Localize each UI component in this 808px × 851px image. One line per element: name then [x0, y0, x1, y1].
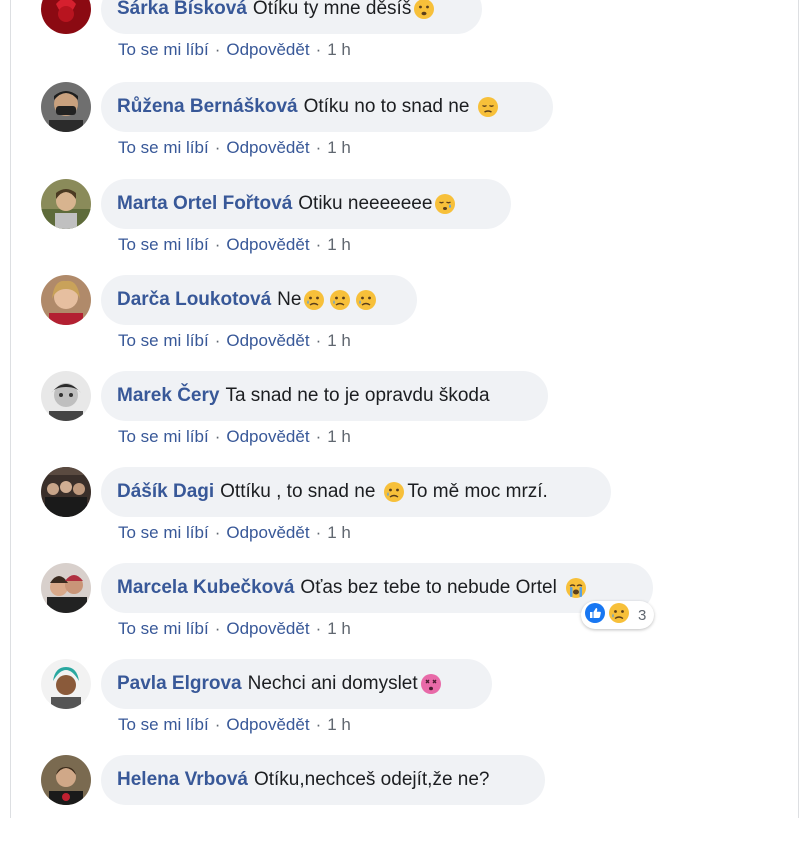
timestamp[interactable]: 1 h	[327, 235, 351, 254]
like-link[interactable]: To se mi líbí	[118, 427, 209, 446]
commenter-name[interactable]: Marcela Kubečková	[117, 577, 294, 599]
comment-actions: To se mi líbí · Odpovědět · 1 h	[118, 40, 351, 59]
commenter-name[interactable]: Pavla Elgrova	[117, 673, 242, 695]
loudly-crying-face-icon	[565, 577, 587, 599]
comment-actions: To se mi líbí · Odpovědět · 1 h	[118, 523, 351, 542]
comment-actions: To se mi líbí · Odpovědět · 1 h	[118, 427, 351, 446]
comment-text: Nechci ani domyslet	[247, 673, 418, 694]
comment-text: Ta snad ne to je opravdu škoda	[225, 385, 490, 406]
comment-bubble: Marta Ortel Fořtová Otiku neeeeeee	[101, 179, 511, 229]
comment-text: Otíku,nechceš odejít,že ne?	[253, 769, 490, 790]
reply-link[interactable]: Odpovědět	[226, 523, 309, 542]
reaction-summary[interactable]: 3	[581, 601, 655, 629]
comment-bubble: Šárka Bísková Otíku ty mne děsíš	[101, 0, 482, 34]
dizzy-face-icon	[420, 673, 442, 695]
timestamp[interactable]: 1 h	[327, 523, 351, 542]
sad-reaction-icon	[608, 602, 630, 628]
like-link[interactable]: To se mi líbí	[118, 235, 209, 254]
timestamp[interactable]: 1 h	[327, 619, 351, 638]
like-reaction-icon	[584, 602, 606, 628]
reply-link[interactable]: Odpovědět	[226, 427, 309, 446]
comment-text: Ne	[277, 289, 302, 310]
comment-actions: To se mi líbí · Odpovědět · 1 h	[118, 235, 351, 254]
comment-bubble: Marcela Kubečková Oťas bez tebe to nebud…	[101, 563, 653, 613]
comment-item: Marta Ortel Fořtová Otiku neeeeeee To se…	[11, 179, 808, 275]
worried-face-icon	[413, 0, 435, 20]
comment-actions: To se mi líbí · Odpovědět · 1 h	[118, 619, 351, 638]
avatar[interactable]	[41, 371, 91, 421]
sad-face-icon	[355, 289, 377, 311]
avatar[interactable]	[41, 659, 91, 709]
comment-text: Otiku neeeeeee	[298, 193, 433, 214]
like-link[interactable]: To se mi líbí	[118, 619, 209, 638]
timestamp[interactable]: 1 h	[327, 715, 351, 734]
commenter-name[interactable]: Šárka Bísková	[117, 0, 247, 20]
sad-face-icon	[303, 289, 325, 311]
comment-text-continued: To mě moc mrzí.	[407, 481, 548, 502]
avatar[interactable]	[41, 467, 91, 517]
comment-actions: To se mi líbí · Odpovědět · 1 h	[118, 715, 351, 734]
reply-link[interactable]: Odpovědět	[226, 619, 309, 638]
avatar[interactable]	[41, 82, 91, 132]
commenter-name[interactable]: Marta Ortel Fořtová	[117, 193, 292, 215]
comment-bubble: Pavla Elgrova Nechci ani domyslet	[101, 659, 492, 709]
comment-item: Marek Čery Ta snad ne to je opravdu škod…	[11, 371, 808, 467]
sad-face-icon	[383, 481, 405, 503]
comment-text: Ottíku , to snad ne	[220, 481, 376, 502]
comment-text: Otíku no to snad ne	[303, 96, 470, 117]
comment-actions: To se mi líbí · Odpovědět · 1 h	[118, 331, 351, 350]
comment-bubble: Darča Loukotová Ne	[101, 275, 417, 325]
reply-link[interactable]: Odpovědět	[226, 715, 309, 734]
reply-link[interactable]: Odpovědět	[226, 235, 309, 254]
comment-item: Šárka Bísková Otíku ty mne děsíš To se m…	[11, 0, 808, 80]
avatar[interactable]	[41, 0, 91, 34]
comment-actions: To se mi líbí · Odpovědět · 1 h	[118, 138, 351, 157]
avatar[interactable]	[41, 179, 91, 229]
comment-text: Otíku ty mne děsíš	[252, 0, 412, 19]
comment-bubble: Helena Vrbová Otíku,nechceš odejít,že ne…	[101, 755, 545, 805]
comment-bubble: Marek Čery Ta snad ne to je opravdu škod…	[101, 371, 548, 421]
reply-link[interactable]: Odpovědět	[226, 138, 309, 157]
sad-face-icon	[329, 289, 351, 311]
comment-item: Helena Vrbová Otíku,nechceš odejít,že ne…	[11, 755, 808, 851]
avatar[interactable]	[41, 755, 91, 805]
comment-bubble: Růžena Bernášková Otíku no to snad ne	[101, 82, 553, 132]
commenter-name[interactable]: Dášík Dagi	[117, 481, 214, 503]
commenter-name[interactable]: Darča Loukotová	[117, 289, 271, 311]
reply-link[interactable]: Odpovědět	[226, 40, 309, 59]
comment-item: Marcela Kubečková Oťas bez tebe to nebud…	[11, 563, 808, 659]
comment-item: Pavla Elgrova Nechci ani domyslet To se …	[11, 659, 808, 755]
timestamp[interactable]: 1 h	[327, 40, 351, 59]
like-link[interactable]: To se mi líbí	[118, 331, 209, 350]
commenter-name[interactable]: Růžena Bernášková	[117, 96, 298, 118]
timestamp[interactable]: 1 h	[327, 427, 351, 446]
comment-item: Darča Loukotová Ne To se mi líbí · Odpověd…	[11, 275, 808, 371]
sleepy-face-icon	[434, 193, 456, 215]
comments-panel: Šárka Bísková Otíku ty mne děsíš To se m…	[10, 0, 799, 818]
comment-item: Růžena Bernášková Otíku no to snad ne To…	[11, 82, 808, 178]
like-link[interactable]: To se mi líbí	[118, 40, 209, 59]
reaction-count: 3	[638, 606, 647, 624]
like-link[interactable]: To se mi líbí	[118, 715, 209, 734]
commenter-name[interactable]: Marek Čery	[117, 385, 219, 407]
timestamp[interactable]: 1 h	[327, 138, 351, 157]
timestamp[interactable]: 1 h	[327, 331, 351, 350]
like-link[interactable]: To se mi líbí	[118, 138, 209, 157]
avatar[interactable]	[41, 563, 91, 613]
like-link[interactable]: To se mi líbí	[118, 523, 209, 542]
comment-item: Dášík Dagi Ottíku , to snad ne To mě moc…	[11, 467, 808, 563]
commenter-name[interactable]: Helena Vrbová	[117, 769, 248, 791]
reply-link[interactable]: Odpovědět	[226, 331, 309, 350]
comment-text: Oťas bez tebe to nebude Ortel	[300, 577, 557, 598]
avatar[interactable]	[41, 275, 91, 325]
pensive-face-icon	[477, 96, 499, 118]
comment-bubble: Dášík Dagi Ottíku , to snad ne To mě moc…	[101, 467, 611, 517]
